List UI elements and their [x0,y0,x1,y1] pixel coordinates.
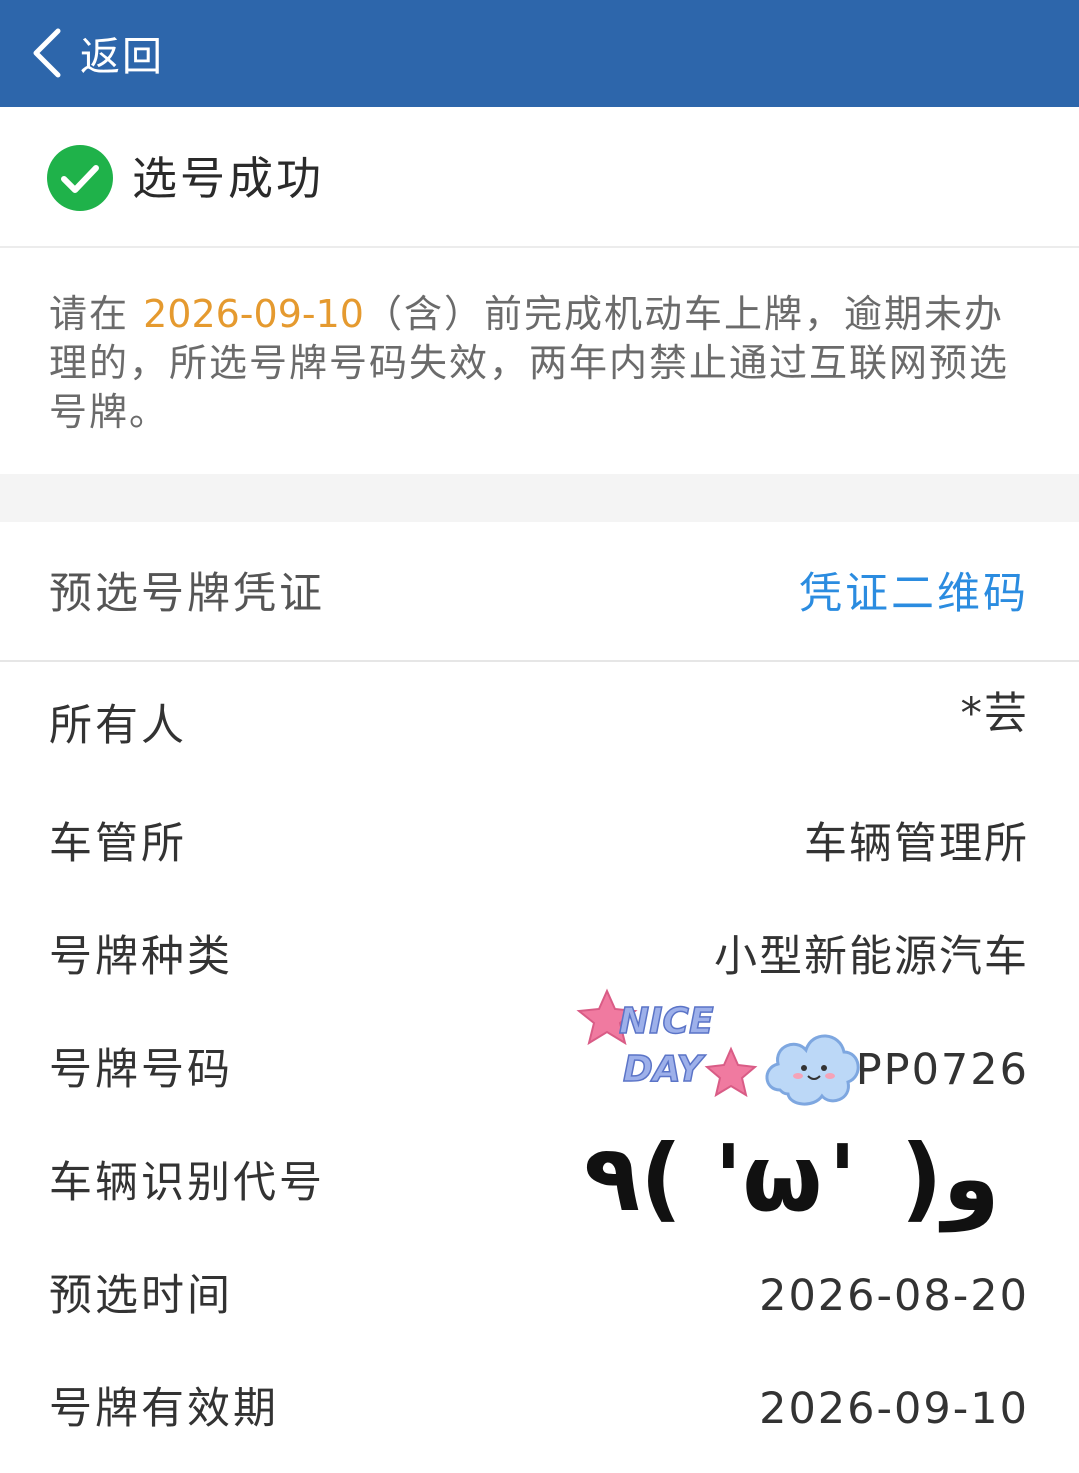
detail-label: 号牌有效期 [49,1384,279,1434]
back-label: 返回 [80,34,164,80]
page-title [430,28,650,76]
certificate-row: 预选号牌凭证 凭证二维码 [0,522,1079,662]
nice-day-sticker: NICE DAY [576,988,758,1098]
sticker-text-nice: NICE [619,1001,714,1042]
detail-label: 号牌号码 [49,1045,233,1095]
detail-label: 预选时间 [49,1271,233,1321]
detail-row-select-time: 预选时间 2026-08-20 [0,1242,1079,1354]
detail-value: *芸 [960,689,1029,739]
certificate-label: 预选号牌凭证 [49,569,325,619]
detail-value: 2026-08-20 [759,1271,1029,1321]
section-divider [0,474,1079,522]
sticker-text-day: DAY [623,1049,707,1090]
detail-row-plate-type: 号牌种类 小型新能源汽车 [0,903,1079,1015]
detail-value: 小型新能源汽车 [714,932,1029,982]
status-text: 选号成功 [132,152,325,205]
detail-label: 车辆识别代号 [49,1158,325,1208]
detail-value: 车辆管理所 [804,819,1029,869]
detail-label: 所有人 [49,701,187,751]
notice-prefix: 请在 [49,292,144,336]
detail-label: 车管所 [49,819,187,869]
top-nav-bar: 返回 [0,0,1079,107]
detail-value: 2026-09-10 [759,1384,1029,1434]
detail-row-owner: 所有人 *芸 [0,672,1079,784]
chevron-left-icon [33,28,61,78]
detail-row-plate-number: 号牌号码 PP0726 [0,1016,1079,1128]
detail-row-office: 车管所 车辆管理所 [0,790,1079,902]
detail-row-validity: 号牌有效期 2026-09-10 [0,1355,1079,1467]
kaomoji-sticker: ٩( 'ω' )و [584,1125,1000,1232]
cloud-face-sticker [765,1034,860,1106]
deadline-notice: 请在 2026-09-10（含）前完成机动车上牌，逾期未办理的，所选号牌号码失效… [49,290,1039,437]
star-icon [704,1046,758,1098]
check-circle-icon [47,145,113,211]
notice-deadline-date: 2026-09-10 [143,292,364,336]
success-status: 选号成功 [0,107,1079,248]
certificate-qrcode-link[interactable]: 凭证二维码 [799,566,1029,622]
detail-label: 号牌种类 [49,932,233,982]
detail-value: PP0726 [855,1045,1029,1095]
back-button[interactable]: 返回 [30,18,164,88]
